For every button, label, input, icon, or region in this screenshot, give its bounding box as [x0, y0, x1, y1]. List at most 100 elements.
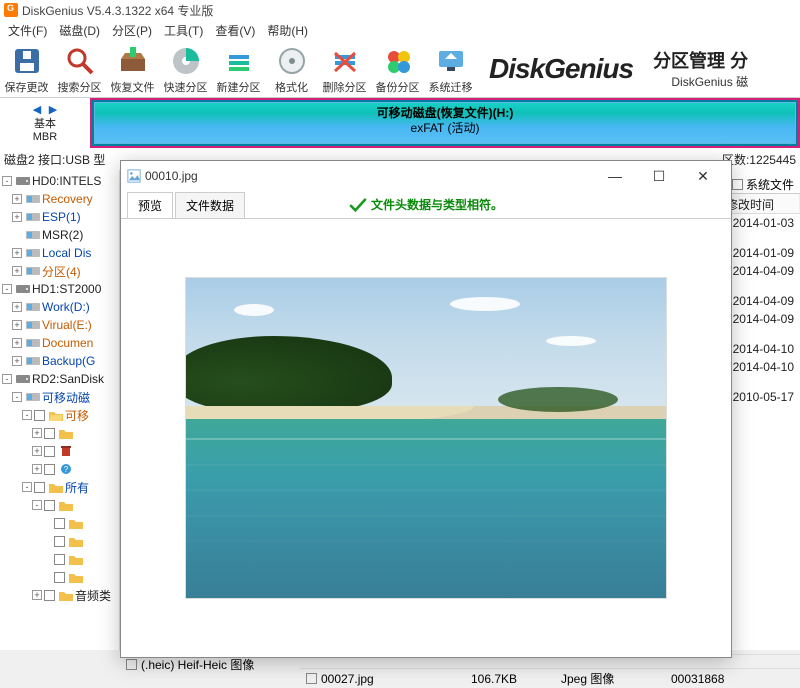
tree-node-13[interactable]: -可移	[0, 406, 119, 424]
tree-twisty-icon[interactable]: -	[22, 482, 32, 492]
tree-checkbox[interactable]	[54, 518, 65, 529]
delete-icon	[329, 45, 361, 77]
tree-twisty-icon[interactable]: -	[12, 392, 22, 402]
tree-twisty-icon[interactable]: +	[12, 266, 22, 276]
toolbtn-migrate[interactable]: 系统迁移	[424, 41, 477, 97]
tree-twisty-icon[interactable]: -	[32, 500, 42, 510]
nav-next-icon[interactable]: ▶	[46, 102, 60, 116]
preview-titlebar[interactable]: 00010.jpg — ☐ ✕	[121, 161, 731, 191]
maximize-button[interactable]: ☐	[637, 162, 681, 190]
filter-sys-checkbox[interactable]	[732, 179, 743, 190]
tree-checkbox[interactable]	[44, 428, 55, 439]
tree-node-6[interactable]: -HD1:ST2000	[0, 280, 119, 298]
col-modified[interactable]: 修改时间	[720, 194, 800, 213]
brand-logo-text: DiskGenius	[489, 53, 633, 85]
fld-icon	[59, 589, 73, 601]
toolbtn-quick[interactable]: 快速分区	[159, 41, 212, 97]
menu-item-0[interactable]: 文件(F)	[2, 22, 53, 39]
tree-twisty-icon[interactable]: +	[12, 320, 22, 330]
tree-node-21[interactable]	[0, 550, 119, 568]
tree-twisty-icon[interactable]: -	[2, 284, 12, 294]
toolbtn-recover[interactable]: 恢复文件	[106, 41, 159, 97]
nav-prev-icon[interactable]: ◀	[30, 102, 44, 116]
tree-twisty-icon[interactable]: +	[12, 338, 22, 348]
tree-node-17[interactable]: -所有	[0, 478, 119, 496]
menu-item-1[interactable]: 磁盘(D)	[53, 22, 106, 39]
diskmap-line1: 可移动磁盘(恢复文件)(H:)	[377, 106, 514, 121]
tree-checkbox[interactable]	[34, 410, 45, 421]
tree-node-16[interactable]: +?	[0, 460, 119, 478]
tree-checkbox[interactable]	[44, 500, 55, 511]
menu-item-4[interactable]: 查看(V)	[209, 22, 261, 39]
toolbtn-save[interactable]: 保存更改	[0, 41, 53, 97]
toolbtn-new[interactable]: 新建分区	[212, 41, 265, 97]
menu-item-3[interactable]: 工具(T)	[158, 22, 209, 39]
minimize-button[interactable]: —	[593, 162, 637, 190]
tree-checkbox[interactable]	[54, 554, 65, 565]
tab-filedata[interactable]: 文件数据	[175, 192, 245, 218]
tree-node-11[interactable]: -RD2:SanDisk	[0, 370, 119, 388]
tree-node-5[interactable]: +分区(4)	[0, 262, 119, 280]
tree-twisty-icon[interactable]: +	[12, 356, 22, 366]
tree-twisty-icon[interactable]: -	[2, 374, 12, 384]
bottom-row-27[interactable]: 00027.jpg 106.7KB Jpeg 图像 00031868	[300, 668, 800, 688]
tree-twisty-icon[interactable]: -	[22, 410, 32, 420]
new-icon	[223, 45, 255, 77]
tree-node-1[interactable]: +Recovery	[0, 190, 119, 208]
tree-twisty-icon[interactable]: +	[32, 464, 42, 474]
toolbtn-backup[interactable]: 备份分区	[371, 41, 424, 97]
tree-node-9[interactable]: +Documen	[0, 334, 119, 352]
tree-checkbox[interactable]	[34, 482, 45, 493]
toolbtn-delete[interactable]: 删除分区	[318, 41, 371, 97]
tree-twisty-icon[interactable]: +	[12, 194, 22, 204]
tree-twisty-icon[interactable]: +	[32, 428, 42, 438]
tree-checkbox[interactable]	[44, 590, 55, 601]
toolbtn-label: 备份分区	[376, 79, 420, 95]
tree-checkbox[interactable]	[44, 446, 55, 457]
tree-node-18[interactable]: -	[0, 496, 119, 514]
tab-preview[interactable]: 预览	[127, 192, 173, 218]
tree-node-12[interactable]: -可移动磁	[0, 388, 119, 406]
tree-node-4[interactable]: +Local Dis	[0, 244, 119, 262]
tree-label: Backup(G	[42, 354, 95, 368]
disk-map[interactable]: 可移动磁盘(恢复文件)(H:) exFAT (活动)	[90, 98, 800, 148]
tree-node-2[interactable]: +ESP(1)	[0, 208, 119, 226]
tree-node-23[interactable]: +音频类	[0, 586, 119, 604]
fld-icon	[69, 553, 83, 565]
tree-node-15[interactable]: +	[0, 442, 119, 460]
toolbtn-search[interactable]: 搜索分区	[53, 41, 106, 97]
row-checkbox[interactable]	[126, 659, 137, 670]
nav-column: ◀ ▶ 基本 MBR	[0, 98, 90, 148]
cell-modified: 2014-04-09	[733, 312, 794, 326]
disk-tree[interactable]: - HD0:INTELS +Recovery+ESP(1)MSR(2)+Local …	[0, 170, 120, 650]
tree-twisty-icon[interactable]: -	[2, 176, 12, 186]
close-button[interactable]: ✕	[681, 162, 725, 190]
menu-item-5[interactable]: 帮助(H)	[261, 22, 314, 39]
tree-twisty-icon[interactable]: +	[12, 212, 22, 222]
tree-node-19[interactable]	[0, 514, 119, 532]
tree-checkbox[interactable]	[54, 536, 65, 547]
tree-node-10[interactable]: + Backup(G	[0, 352, 119, 370]
tree-node-0[interactable]: - HD0:INTELS	[0, 172, 119, 190]
row-checkbox[interactable]	[306, 673, 317, 684]
tree-checkbox[interactable]	[44, 464, 55, 475]
tree-label: Work(D:)	[42, 300, 90, 314]
tree-twisty-icon[interactable]: +	[12, 248, 22, 258]
menu-item-2[interactable]: 分区(P)	[106, 22, 158, 39]
toolbtn-format[interactable]: 格式化	[265, 41, 318, 97]
tree-twisty-icon[interactable]: +	[12, 302, 22, 312]
tree-node-3[interactable]: MSR(2)	[0, 226, 119, 244]
tree-label: HD0:INTELS	[32, 174, 101, 188]
fld-o-icon	[49, 409, 63, 421]
tree-node-22[interactable]	[0, 568, 119, 586]
cell-modified: 2014-04-10	[733, 342, 794, 356]
tree-node-7[interactable]: + Work(D:)	[0, 298, 119, 316]
tree-twisty-icon[interactable]: +	[32, 446, 42, 456]
trash-icon	[59, 445, 73, 457]
tree-node-14[interactable]: +	[0, 424, 119, 442]
row-name: (.heic) Heif-Heic 图像	[141, 656, 254, 673]
tree-twisty-icon[interactable]: +	[32, 590, 42, 600]
tree-checkbox[interactable]	[54, 572, 65, 583]
tree-node-20[interactable]	[0, 532, 119, 550]
tree-node-8[interactable]: +Virual(E:)	[0, 316, 119, 334]
